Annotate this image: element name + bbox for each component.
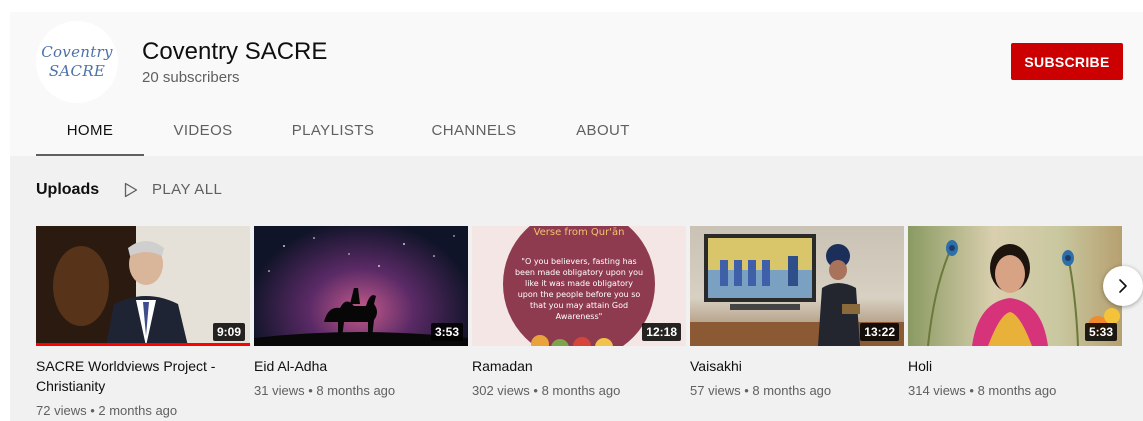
video-duration: 5:33 [1084,323,1117,341]
tab-channels[interactable]: CHANNELS [422,112,526,156]
thumbnail-heading: Verse from Qur'ān [533,227,625,238]
subscribe-button[interactable]: SUBSCRIBE [1011,43,1123,80]
channel-name: Coventry SACRE [142,38,328,65]
video-duration: 3:53 [430,323,463,341]
video-thumbnail[interactable]: 9:09 [36,226,250,346]
video-title[interactable]: Holi [908,356,1122,376]
subscriber-count: 20 subscribers [142,69,240,86]
carousel-next-button[interactable] [1103,266,1143,306]
video-thumbnail[interactable]: 5:33 [908,226,1122,346]
video-meta: 57 views • 8 months ago [690,383,832,398]
video-thumbnail[interactable]: 13:22 [690,226,904,346]
avatar-text-line1: Coventry [41,43,113,61]
video-thumbnail[interactable]: Verse from Qur'ān "O you believers, fast… [472,226,686,346]
video-card[interactable]: 5:33 Holi 314 views • 8 months ago [908,226,1122,400]
video-card[interactable]: 3:53 Eid Al-Adha 31 views • 8 months ago [254,226,468,400]
video-card[interactable]: 13:22 Vaisakhi 57 views • 8 months ago [690,226,904,400]
video-title[interactable]: Ramadan [472,356,686,376]
channel-avatar[interactable]: Coventry SACRE [36,21,118,103]
video-card[interactable]: 9:09 SACRE Worldviews Project - Christia… [36,226,250,420]
video-title[interactable]: Vaisakhi [690,356,904,376]
channel-header: Coventry SACRE Coventry SACRE 20 subscri… [10,12,1143,156]
video-meta: 302 views • 8 months ago [472,383,621,398]
tab-home[interactable]: HOME [36,112,144,156]
video-duration: 13:22 [860,323,899,341]
chevron-right-icon [1119,279,1127,293]
thumbnail-quote: "O you believers, fasting has been made … [514,257,644,321]
avatar-text-line2: SACRE [48,62,106,80]
video-meta: 314 views • 8 months ago [908,383,1057,398]
tab-about[interactable]: ABOUT [566,112,640,156]
video-card[interactable]: Verse from Qur'ān "O you believers, fast… [472,226,686,400]
video-meta: 72 views • 2 months ago [36,403,178,418]
home-content: Uploads PLAY ALL 9:09 SACRE Worldviews P… [10,156,1143,421]
video-duration: 9:09 [212,323,245,341]
video-thumbnail[interactable]: 3:53 [254,226,468,346]
play-outline-icon [124,182,138,197]
play-all-button[interactable]: PLAY ALL [124,181,222,198]
watched-progress-bar [36,343,250,346]
play-all-label: PLAY ALL [152,181,223,198]
uploads-heading[interactable]: Uploads [36,181,99,199]
video-title[interactable]: Eid Al-Adha [254,356,468,376]
video-duration: 12:18 [642,323,681,341]
video-meta: 31 views • 8 months ago [254,383,396,398]
tab-playlists[interactable]: PLAYLISTS [278,112,388,156]
tab-videos[interactable]: VIDEOS [156,112,250,156]
video-title[interactable]: SACRE Worldviews Project - Christianity [36,356,250,396]
